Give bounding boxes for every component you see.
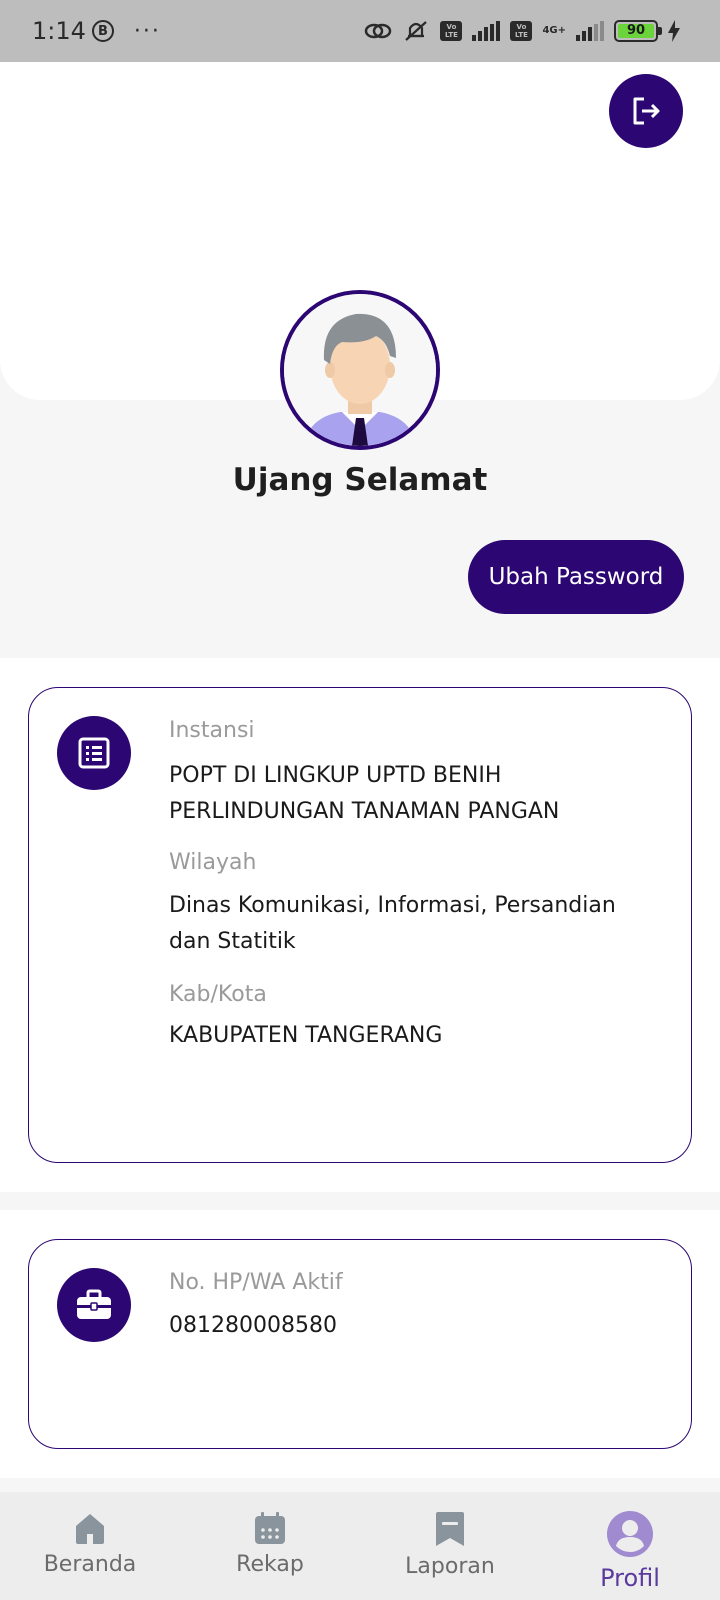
nav-item-profil[interactable]: Profil xyxy=(540,1492,720,1600)
link-icon xyxy=(364,21,392,41)
battery-icon: 90 xyxy=(614,20,662,42)
volte-icon: Vo LTE xyxy=(440,21,463,41)
nav-label-profil: Profil xyxy=(600,1564,660,1592)
nav-item-rekap[interactable]: Rekap xyxy=(180,1492,360,1600)
wilayah-value: Dinas Komunikasi, Informasi, Persandian … xyxy=(169,893,616,954)
phone-value: 081280008580 xyxy=(169,1313,337,1338)
status-bar: 1:14 B ··· Vo LTE Vo LTE 4G+ 90 xyxy=(0,0,720,62)
nav-item-laporan[interactable]: Laporan xyxy=(360,1492,540,1600)
bottom-nav: Beranda Rekap Laporan Profil xyxy=(0,1492,720,1600)
list-document-icon xyxy=(78,737,110,769)
contact-info-card: No. HP/WA Aktif 081280008580 xyxy=(28,1239,692,1449)
volte-icon-2: Vo LTE xyxy=(510,21,533,41)
mute-icon xyxy=(402,18,430,44)
battery-level: 90 xyxy=(618,24,654,38)
status-more-icon: ··· xyxy=(133,18,161,44)
avatar-image xyxy=(284,294,436,446)
instansi-label: Instansi xyxy=(169,718,255,743)
org-info-card: Instansi POPT DI LINGKUP UPTD BENIH PERL… xyxy=(28,687,692,1163)
instansi-value: POPT DI LINGKUP UPTD BENIH PERLINDUNGAN … xyxy=(169,763,560,824)
charging-icon xyxy=(668,20,680,42)
nav-label-rekap: Rekap xyxy=(236,1552,304,1577)
network-type: 4G+ xyxy=(542,25,566,36)
card-icon-wrapper xyxy=(57,716,131,790)
nav-label-beranda: Beranda xyxy=(43,1552,137,1577)
user-icon xyxy=(607,1511,653,1557)
avatar xyxy=(280,290,440,450)
wilayah-label: Wilayah xyxy=(169,850,257,875)
signal-icon-2 xyxy=(576,21,604,41)
logout-icon xyxy=(633,97,660,125)
change-password-button[interactable]: Ubah Password xyxy=(468,540,684,614)
kabkota-value: KABUPATEN TANGERANG xyxy=(169,1023,443,1048)
calendar-icon xyxy=(255,1512,285,1544)
signal-icon xyxy=(472,21,501,41)
status-time: 1:14 xyxy=(32,17,86,45)
nav-item-beranda[interactable]: Beranda xyxy=(0,1492,180,1600)
kabkota-label: Kab/Kota xyxy=(169,982,267,1007)
card-icon-wrapper xyxy=(57,1268,131,1342)
logout-button[interactable] xyxy=(609,74,683,148)
status-b-badge: B xyxy=(91,20,114,42)
nav-label-laporan: Laporan xyxy=(405,1554,495,1579)
briefcase-icon xyxy=(77,1289,111,1319)
phone-label: No. HP/WA Aktif xyxy=(169,1270,343,1295)
profile-name: Ujang Selamat xyxy=(232,462,488,498)
home-icon xyxy=(76,1514,104,1544)
status-icons: Vo LTE Vo LTE 4G+ 90 xyxy=(364,0,680,62)
bookmark-icon xyxy=(436,1512,464,1546)
